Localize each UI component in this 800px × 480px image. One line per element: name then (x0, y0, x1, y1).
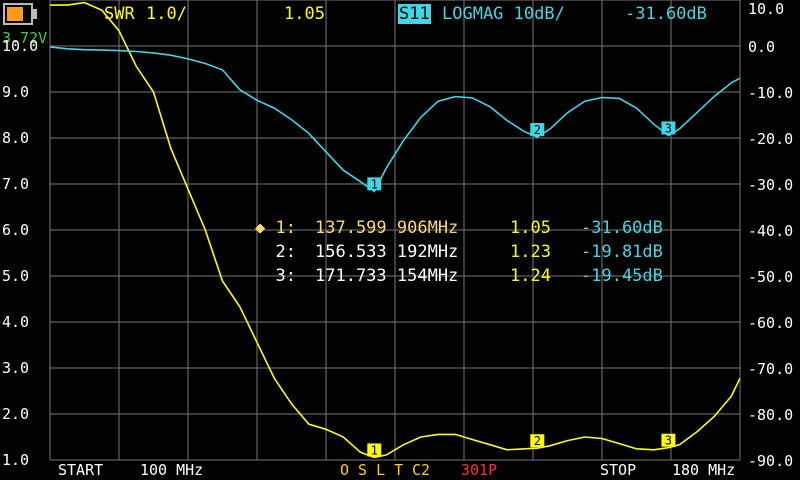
left-axis-tick: 5.0 (2, 267, 30, 285)
marker-tag-number: 2 (534, 123, 541, 137)
marker-tag-number: 3 (665, 434, 672, 448)
marker-logmag: -19.45dB (581, 266, 663, 286)
marker-tag-number: 1 (371, 443, 378, 457)
marker-label: 2: (255, 242, 296, 262)
left-axis-tick: 9.0 (2, 83, 30, 101)
trace1-name[interactable]: SWR (104, 4, 135, 24)
left-axis-tick: 3.0 (2, 359, 30, 377)
right-axis-tick: -90.0 (748, 452, 794, 470)
trace2-label[interactable]: S11 (398, 4, 431, 24)
stop-value[interactable]: 180 MHz (672, 460, 735, 480)
battery-tip (33, 9, 37, 19)
s11-marker-3[interactable]: 3 (661, 121, 676, 135)
right-axis-tick: -70.0 (748, 360, 794, 378)
right-axis-tick: -40.0 (748, 222, 794, 240)
left-axis-tick: 10.0 (2, 37, 39, 55)
trace2-name[interactable]: S11 (398, 4, 431, 24)
marker-tag-number: 3 (665, 121, 672, 135)
s11-marker-2[interactable]: 2 (530, 123, 545, 137)
calibration-status[interactable]: O S L T (340, 460, 403, 480)
left-axis-tick: 1.0 (2, 451, 30, 469)
stop-label[interactable]: STOP (600, 460, 636, 480)
right-axis-tick: 10.0 (748, 0, 785, 18)
vna-display: 1 2 3 1 2 3 (49, 0, 741, 461)
marker-logmag: -31.60dB (581, 218, 663, 238)
sweep-points[interactable]: 301P (461, 460, 497, 480)
s11-marker-1[interactable]: 1 (367, 177, 382, 191)
battery-icon (3, 3, 33, 25)
marker-logmag: -19.81dB (581, 242, 663, 262)
marker-swr: 1.24 (510, 266, 551, 286)
trace2-format[interactable]: LOGMAG 10dB/ (442, 4, 565, 24)
trace2-value: -31.60dB (625, 4, 707, 24)
right-axis-tick: -50.0 (748, 268, 794, 286)
right-axis-tick: -30.0 (748, 176, 794, 194)
right-axis-tick: -10.0 (748, 84, 794, 102)
left-axis-tick: 6.0 (2, 221, 30, 239)
right-axis-tick: -20.0 (748, 130, 794, 148)
marker-swr: 1.23 (510, 242, 551, 262)
trace1-value: 1.05 (284, 4, 325, 24)
right-axis-tick: -80.0 (748, 406, 794, 424)
marker-frequency: 156.533 192MHz (315, 242, 459, 262)
trace1-scale[interactable]: 1.0/ (146, 4, 187, 24)
swr-marker-3[interactable]: 3 (661, 433, 676, 448)
swr-marker-1[interactable]: 1 (367, 443, 382, 457)
marker-swr: 1.05 (510, 218, 551, 238)
marker-tag-number: 2 (534, 434, 541, 448)
start-label[interactable]: START (58, 460, 103, 480)
left-axis-tick: 7.0 (2, 175, 30, 193)
calibration-slot[interactable]: C2 (412, 460, 430, 480)
left-axis-tick: 8.0 (2, 129, 30, 147)
marker-tag-number: 1 (371, 177, 378, 191)
swr-marker-2[interactable]: 2 (530, 434, 545, 448)
start-value[interactable]: 100 MHz (140, 460, 203, 480)
marker-label: 3: (255, 266, 296, 286)
marker-frequency: 171.733 154MHz (315, 266, 459, 286)
left-axis-tick: 4.0 (2, 313, 30, 331)
right-axis-tick: 0.0 (748, 38, 776, 56)
right-axis-tick: -60.0 (748, 314, 794, 332)
left-axis-tick: 2.0 (2, 405, 30, 423)
marker-frequency: 137.599 906MHz (315, 218, 459, 238)
marker-label: ◆ 1: (255, 218, 296, 238)
battery-level (7, 7, 23, 21)
